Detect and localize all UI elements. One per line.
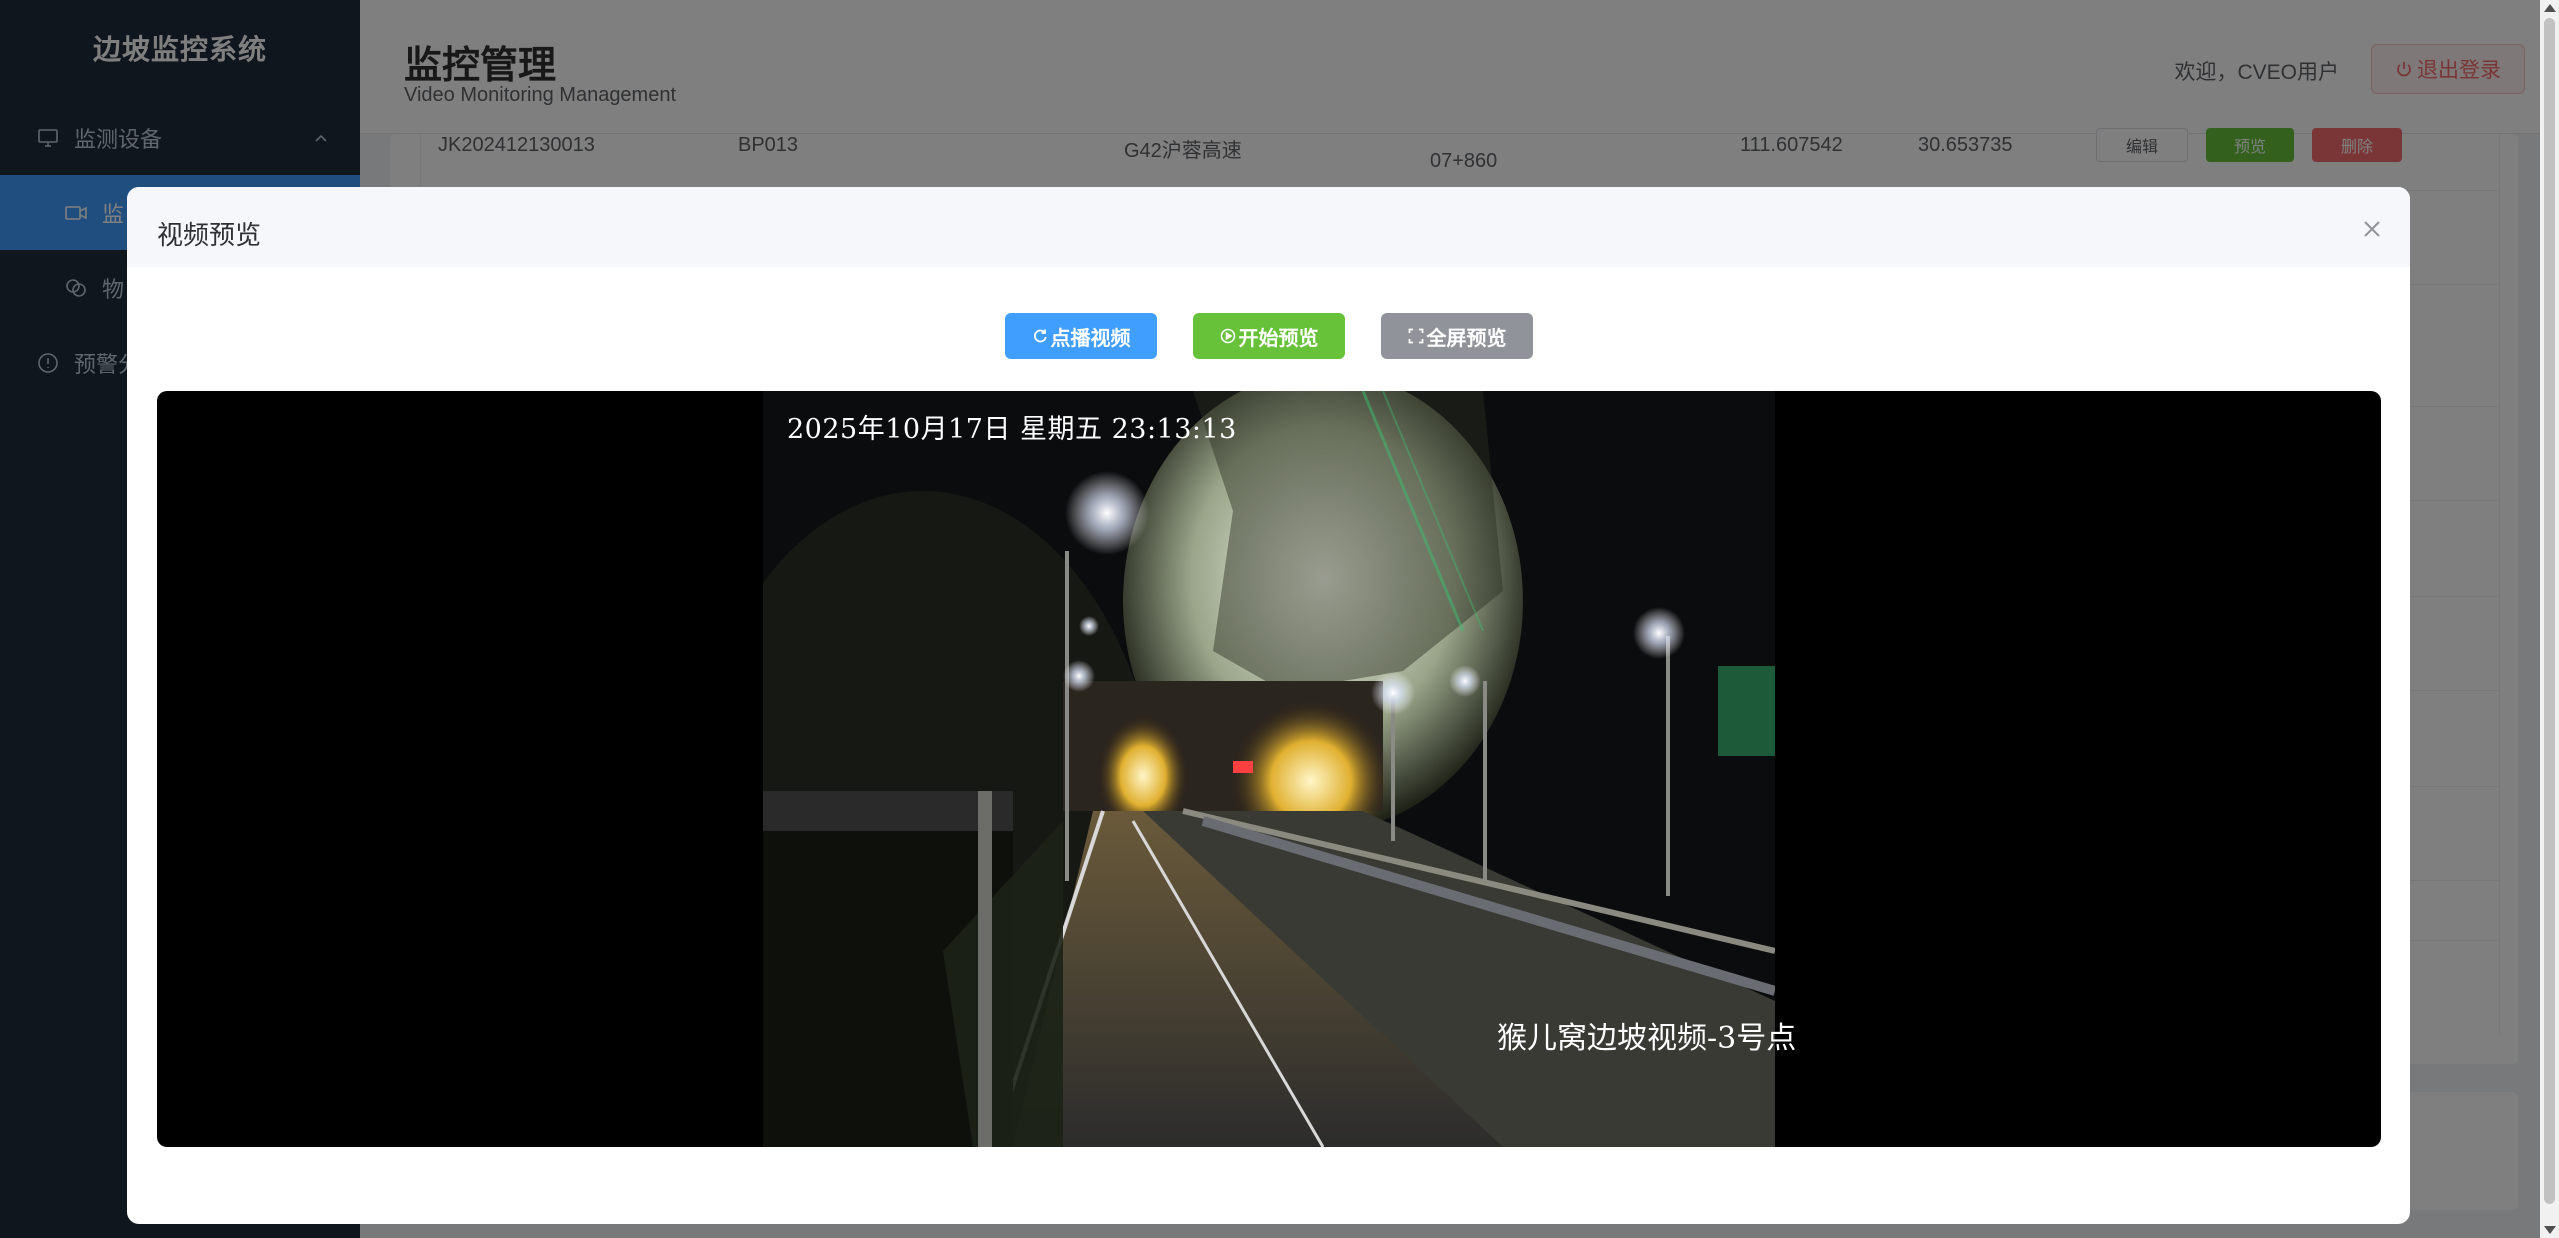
start-preview-button[interactable]: 开始预览 xyxy=(1193,313,1345,359)
fullscreen-preview-label: 全屏预览 xyxy=(1426,327,1507,350)
refresh-icon xyxy=(1033,329,1047,343)
scroll-thumb[interactable] xyxy=(2544,18,2555,1204)
fullscreen-icon xyxy=(1408,328,1423,344)
close-icon[interactable] xyxy=(2362,219,2382,239)
dialog-title: 视频预览 xyxy=(157,220,262,250)
video-osd-camera-name: 猴儿窝边坡视频-3号点 xyxy=(1497,1021,1797,1056)
play-circle-icon xyxy=(1220,328,1235,344)
vod-video-button[interactable]: 点播视频 xyxy=(1005,313,1157,359)
scroll-down-arrow-icon[interactable] xyxy=(2544,1226,2556,1234)
start-preview-label: 开始预览 xyxy=(1238,327,1319,350)
scroll-up-arrow-icon[interactable] xyxy=(2544,4,2556,12)
video-preview-dialog: 视频预览 点播视频 开始预览 全屏预览 2025年10月17日 星期五 23:1… xyxy=(127,187,2410,1224)
video-player[interactable]: 2025年10月17日 星期五 23:13:13 猴儿窝边坡视频-3号点 xyxy=(157,391,2381,1147)
dialog-header: 视频预览 xyxy=(127,187,2410,267)
video-osd-timestamp: 2025年10月17日 星期五 23:13:13 xyxy=(787,414,1237,445)
page-scrollbar[interactable] xyxy=(2540,0,2559,1238)
vod-video-label: 点播视频 xyxy=(1050,327,1131,350)
fullscreen-preview-button[interactable]: 全屏预览 xyxy=(1381,313,1533,359)
